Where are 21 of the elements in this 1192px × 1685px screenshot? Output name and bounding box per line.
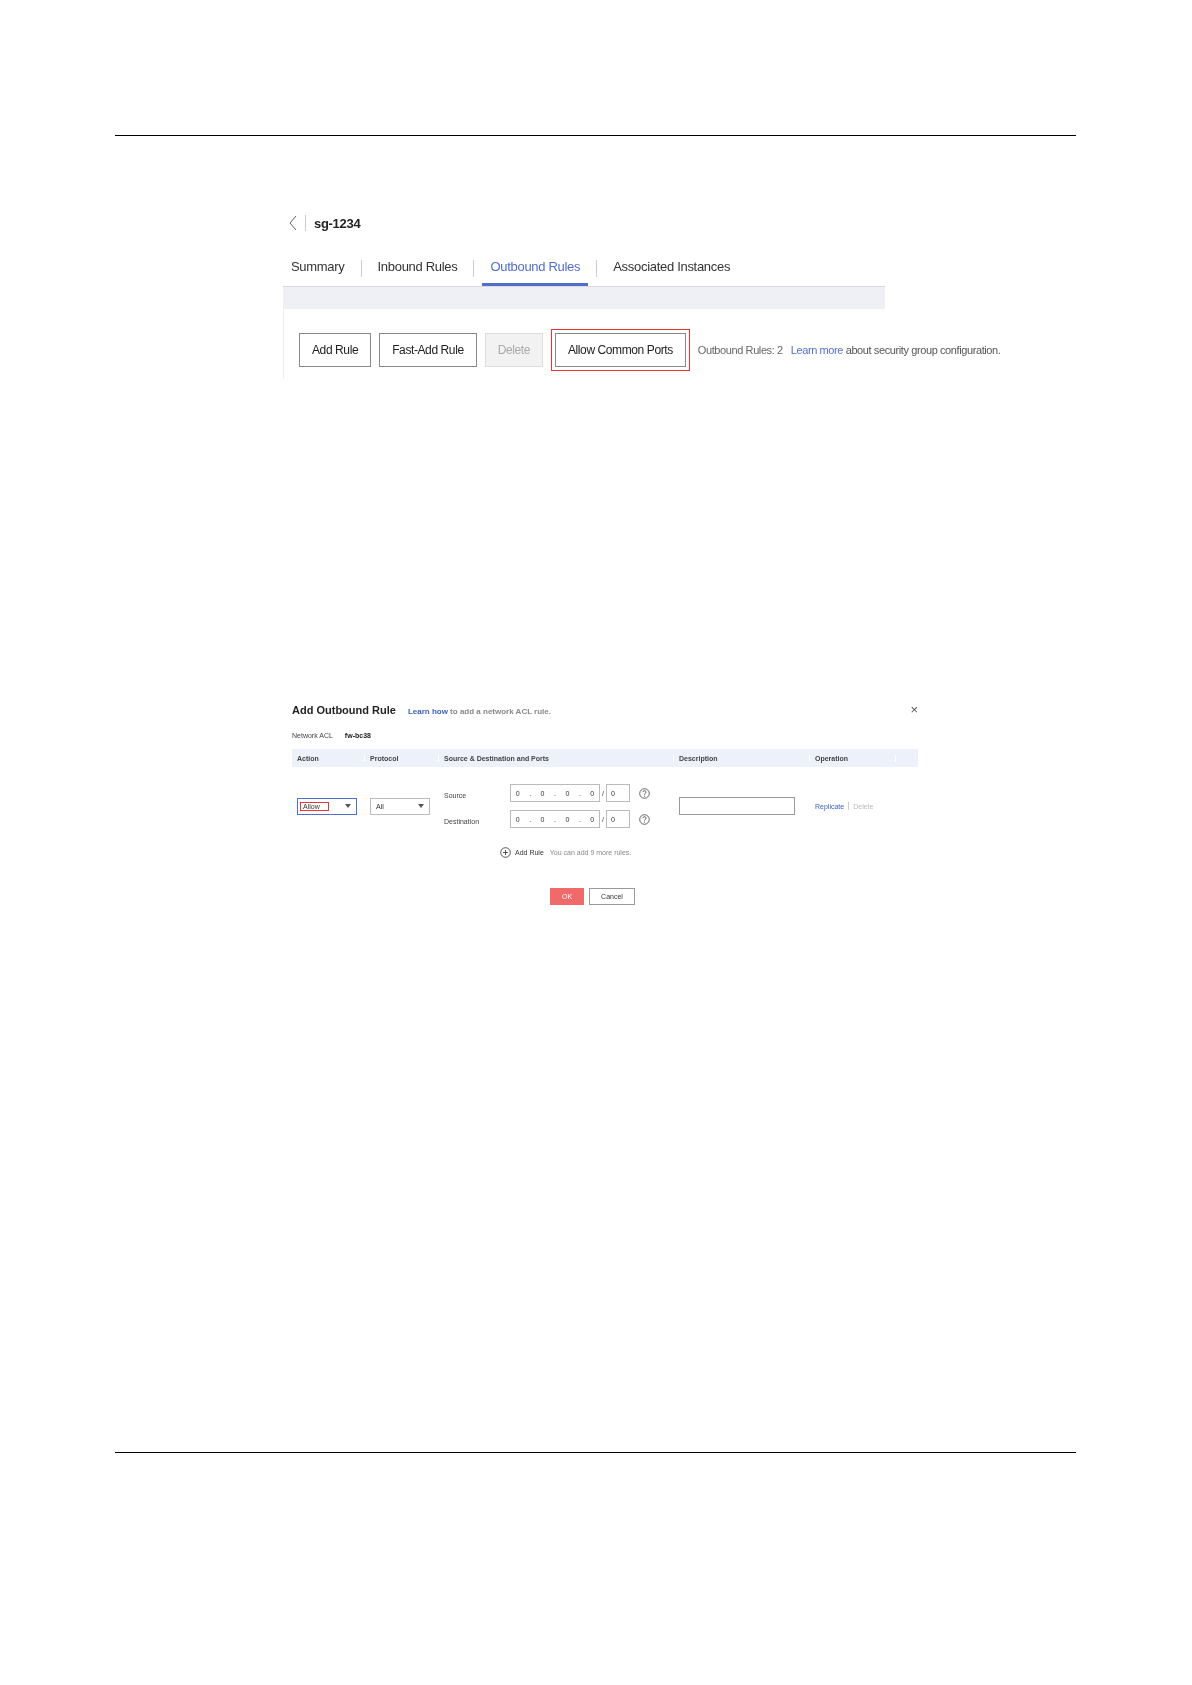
learn-more-link[interactable]: Learn more [790, 344, 843, 356]
security-group-title: sg-1234 [314, 215, 361, 231]
help-icon[interactable] [638, 813, 650, 825]
tab[interactable]: Inbound Rules [369, 255, 466, 286]
tab[interactable]: Summary [283, 255, 353, 286]
toolbar-button[interactable]: Add Rule [299, 333, 372, 367]
dropdown-arrow-icon [345, 804, 351, 808]
learn-how-link[interactable]: Learn how [407, 707, 448, 716]
description-field[interactable] [679, 797, 795, 815]
dialog-title: Add Outbound Rule [292, 704, 396, 716]
info-text: Learn more about security group configuration. [790, 344, 1001, 356]
back-chevron-icon[interactable] [289, 215, 297, 231]
toolbar-button[interactable]: Fast-Add Rule [379, 333, 477, 367]
plus-circle-icon [500, 847, 511, 858]
dropdown-arrow-icon [418, 804, 424, 808]
rule-count: Outbound Rules: 2 [697, 344, 783, 356]
help-icon[interactable] [638, 787, 650, 799]
close-button[interactable]: × [910, 702, 918, 717]
tab[interactable]: Associated Instances [605, 255, 739, 286]
toolbar-button[interactable]: Allow Common Ports [554, 333, 686, 367]
dialog-hint: Learn how to add a network ACL rule. [407, 707, 551, 716]
